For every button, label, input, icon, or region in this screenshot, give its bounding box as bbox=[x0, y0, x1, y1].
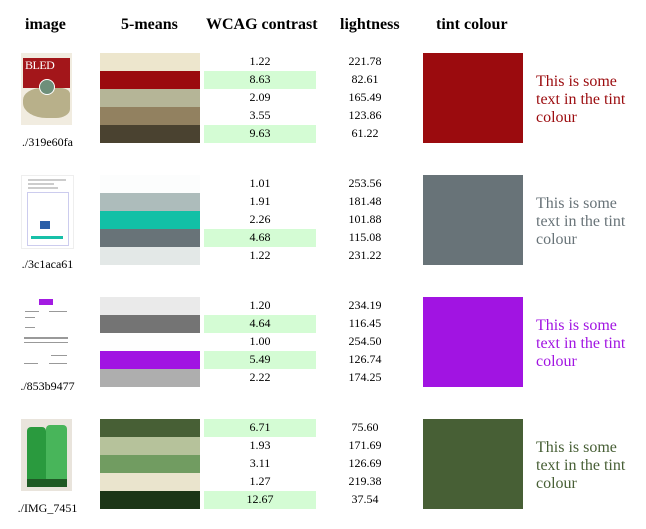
lightness-value: 61.22 bbox=[351, 126, 379, 140]
tint-sample-text: This is some text in the tint colour bbox=[536, 317, 626, 370]
color-swatch bbox=[100, 71, 200, 89]
color-swatch bbox=[100, 89, 200, 107]
lightness-value: 181.48 bbox=[348, 194, 382, 208]
lightness-value: 37.54 bbox=[351, 492, 379, 506]
contrast-column: 1.01 1.91 2.26 4.68 1.22 bbox=[204, 175, 316, 265]
thumbnail-image bbox=[21, 175, 74, 249]
tint-sample-text: This is some text in the tint colour bbox=[536, 195, 626, 248]
tint-swatch bbox=[423, 53, 523, 143]
image-caption: ./853b9477 bbox=[20, 379, 75, 393]
column-header-contrast: WCAG contrast bbox=[206, 16, 318, 33]
thumbnail-image: BLED bbox=[21, 53, 72, 125]
lightness-column: 75.60 171.69 126.69 219.38 37.54 bbox=[320, 419, 410, 509]
contrast-value: 1.00 bbox=[249, 334, 271, 348]
color-swatch bbox=[100, 315, 200, 333]
contrast-value: 2.26 bbox=[249, 212, 271, 226]
kmeans-swatches bbox=[100, 297, 200, 387]
lightness-value: 174.25 bbox=[348, 370, 382, 384]
lightness-value: 254.50 bbox=[348, 334, 382, 348]
contrast-value: 12.67 bbox=[204, 491, 316, 509]
kmeans-swatches bbox=[100, 175, 200, 265]
image-caption: ./319e60fa bbox=[22, 135, 73, 149]
contrast-value: 2.22 bbox=[249, 370, 271, 384]
color-swatch bbox=[100, 175, 200, 193]
lightness-column: 253.56 181.48 101.88 115.08 231.22 bbox=[320, 175, 410, 265]
lightness-value: 221.78 bbox=[348, 54, 382, 68]
color-swatch bbox=[100, 437, 200, 455]
color-swatch bbox=[100, 333, 200, 351]
lightness-value: 165.49 bbox=[348, 90, 382, 104]
contrast-value: 1.01 bbox=[249, 176, 271, 190]
contrast-value: 5.49 bbox=[204, 351, 316, 369]
image-caption: ./IMG_7451 bbox=[17, 501, 78, 515]
lightness-value: 231.22 bbox=[348, 248, 382, 262]
contrast-value: 3.55 bbox=[249, 108, 271, 122]
lightness-value: 219.38 bbox=[348, 474, 382, 488]
column-header-kmeans: 5-means bbox=[121, 16, 178, 33]
contrast-value: 1.91 bbox=[249, 194, 271, 208]
contrast-column: 1.20 4.64 1.00 5.49 2.22 bbox=[204, 297, 316, 387]
column-header-lightness: lightness bbox=[340, 16, 400, 33]
lightness-value: 126.74 bbox=[348, 352, 382, 366]
contrast-column: 6.71 1.93 3.11 1.27 12.67 bbox=[204, 419, 316, 509]
thumbnail-image bbox=[21, 419, 72, 491]
tint-swatch bbox=[423, 175, 523, 265]
contrast-value: 9.63 bbox=[204, 125, 316, 143]
tint-swatch bbox=[423, 419, 523, 509]
color-swatch bbox=[100, 211, 200, 229]
color-swatch bbox=[100, 247, 200, 265]
lightness-value: 126.69 bbox=[348, 456, 382, 470]
tint-swatch bbox=[423, 297, 523, 387]
color-swatch bbox=[100, 297, 200, 315]
lightness-value: 123.86 bbox=[348, 108, 382, 122]
contrast-value: 3.11 bbox=[249, 456, 271, 470]
contrast-value: 1.93 bbox=[249, 438, 271, 452]
tint-sample-text: This is some text in the tint colour bbox=[536, 439, 626, 492]
contrast-value: 4.64 bbox=[204, 315, 316, 333]
contrast-value: 4.68 bbox=[204, 229, 316, 247]
lightness-value: 101.88 bbox=[348, 212, 382, 226]
color-swatch bbox=[100, 193, 200, 211]
image-caption: ./3c1aca61 bbox=[21, 257, 74, 271]
column-header-image: image bbox=[25, 16, 66, 33]
color-swatch bbox=[100, 107, 200, 125]
kmeans-swatches bbox=[100, 419, 200, 509]
lightness-column: 234.19 116.45 254.50 126.74 174.25 bbox=[320, 297, 410, 387]
color-swatch bbox=[100, 125, 200, 143]
color-swatch bbox=[100, 369, 200, 387]
color-swatch bbox=[100, 351, 200, 369]
tint-sample-text: This is some text in the tint colour bbox=[536, 73, 626, 126]
lightness-value: 234.19 bbox=[348, 298, 382, 312]
contrast-value: 8.63 bbox=[204, 71, 316, 89]
color-swatch bbox=[100, 419, 200, 437]
lightness-value: 75.60 bbox=[351, 420, 379, 434]
color-swatch bbox=[100, 491, 200, 509]
contrast-column: 1.22 8.63 2.09 3.55 9.63 bbox=[204, 53, 316, 143]
lightness-column: 221.78 82.61 165.49 123.86 61.22 bbox=[320, 53, 410, 143]
image-row: BLED ./319e60fa 1.22 8.63 2.09 3.55 9.63 221.78… bbox=[0, 53, 646, 163]
lightness-value: 253.56 bbox=[348, 176, 382, 190]
contrast-value: 1.22 bbox=[249, 54, 271, 68]
contrast-value: 1.20 bbox=[249, 298, 271, 312]
lightness-value: 171.69 bbox=[348, 438, 382, 452]
image-row: ./853b9477 1.20 4.64 1.00 5.49 2.22 234.19 116.… bbox=[0, 297, 646, 407]
thumbnail-image bbox=[21, 297, 72, 369]
lightness-value: 116.45 bbox=[348, 316, 382, 330]
image-row: ./IMG_7451 6.71 1.93 3.11 1.27 12.67 75.60 171.… bbox=[0, 419, 646, 529]
column-header-tint: tint colour bbox=[436, 16, 508, 33]
kmeans-swatches bbox=[100, 53, 200, 143]
color-swatch bbox=[100, 229, 200, 247]
lightness-value: 115.08 bbox=[348, 230, 382, 244]
contrast-value: 1.22 bbox=[249, 248, 271, 262]
contrast-value: 6.71 bbox=[204, 419, 316, 437]
lightness-value: 82.61 bbox=[351, 72, 379, 86]
color-swatch bbox=[100, 473, 200, 491]
color-swatch bbox=[100, 455, 200, 473]
image-row: ./3c1aca61 1.01 1.91 2.26 4.68 1.22 253.56 181.… bbox=[0, 175, 646, 285]
contrast-value: 2.09 bbox=[249, 90, 271, 104]
color-swatch bbox=[100, 53, 200, 71]
contrast-value: 1.27 bbox=[249, 474, 271, 488]
